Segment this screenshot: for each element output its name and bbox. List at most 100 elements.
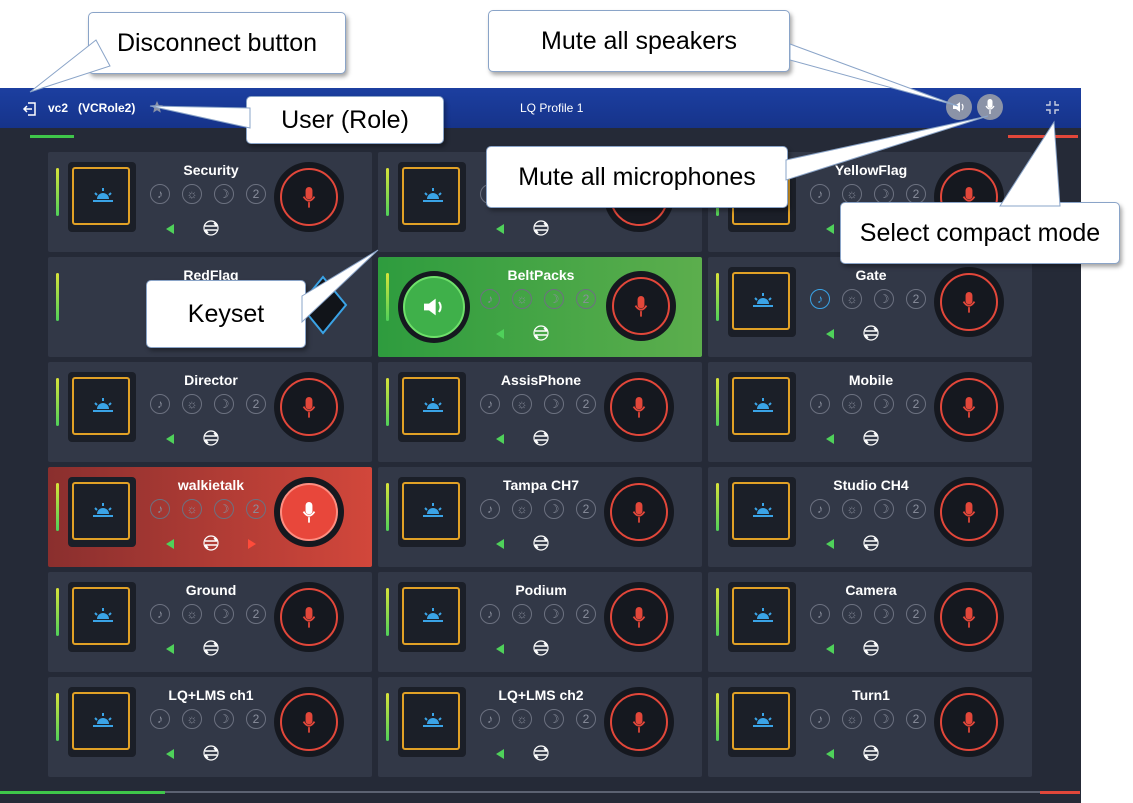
- keyset-name: AssisPhone: [500, 372, 582, 388]
- moon-icon: ☽: [214, 709, 234, 729]
- listen-panel[interactable]: [398, 372, 466, 442]
- moon-icon: ☽: [214, 184, 234, 204]
- mic-icon: [634, 296, 648, 317]
- listen-panel[interactable]: [728, 267, 796, 337]
- keyset-tile[interactable]: Gate ♪ ☼ ☽ 2: [708, 257, 1032, 357]
- talk-button[interactable]: [604, 477, 674, 547]
- listen-panel[interactable]: [68, 582, 136, 652]
- keyset-tile[interactable]: LQ+LMS ch2 ♪ ☼ ☽ 2: [378, 677, 702, 777]
- left-arrow-icon: [496, 539, 504, 549]
- keyset-tile[interactable]: Podium ♪ ☼ ☽ 2: [378, 572, 702, 672]
- talk-button[interactable]: [934, 372, 1004, 442]
- keyset-tile[interactable]: Security ♪ ☼ ☽ 2: [48, 152, 372, 252]
- keyset-tile[interactable]: Turn1 ♪ ☼ ☽ 2: [708, 677, 1032, 777]
- keyset-tile[interactable]: Ground ♪ ☼ ☽ 2: [48, 572, 372, 672]
- keyset-tile[interactable]: LQ+LMS ch1 ♪ ☼ ☽ 2: [48, 677, 372, 777]
- keyset-tile[interactable]: Studio CH4 ♪ ☼ ☽ 2: [708, 467, 1032, 567]
- talk-button[interactable]: [604, 372, 674, 442]
- listen-panel[interactable]: [398, 687, 466, 757]
- talk-button[interactable]: [604, 687, 674, 757]
- route-icon[interactable]: [862, 429, 880, 447]
- listen-panel[interactable]: [728, 372, 796, 442]
- keyset-icons: ♪ ☼ ☽ 2: [150, 394, 270, 416]
- listen-panel[interactable]: [398, 477, 466, 547]
- logout-icon[interactable]: [22, 101, 38, 117]
- mute-speakers-button[interactable]: [946, 94, 972, 120]
- listen-button[interactable]: [398, 271, 470, 343]
- mic-icon: [962, 712, 976, 733]
- mute-mics-button[interactable]: [977, 94, 1003, 120]
- route-icon[interactable]: [532, 324, 550, 342]
- route-icon[interactable]: [532, 429, 550, 447]
- star-icon[interactable]: [150, 100, 164, 114]
- route-icon[interactable]: [532, 219, 550, 237]
- route-icon[interactable]: [202, 219, 220, 237]
- keyset-icons: ♪ ☼ ☽ 2: [810, 289, 930, 311]
- keyset-icons: ♪ ☼ ☽ 2: [150, 709, 270, 731]
- callout-keyset: Keyset: [146, 280, 306, 348]
- moon-icon: ☽: [874, 184, 894, 204]
- listen-panel[interactable]: [398, 162, 466, 232]
- keyset-name: Podium: [515, 582, 567, 598]
- callout-compact: Select compact mode: [840, 202, 1120, 264]
- listen-panel[interactable]: [398, 582, 466, 652]
- talk-button[interactable]: [604, 582, 674, 652]
- left-arrow-icon: [496, 224, 504, 234]
- sunrise-icon: [753, 713, 773, 727]
- talk-button[interactable]: [274, 372, 344, 442]
- channel-icon: 2: [906, 289, 926, 309]
- talk-button[interactable]: [606, 271, 676, 341]
- talk-button[interactable]: [934, 582, 1004, 652]
- compress-icon[interactable]: [1045, 100, 1060, 115]
- channel-icon: 2: [906, 604, 926, 624]
- moon-icon: ☽: [544, 604, 564, 624]
- level-meter: [56, 168, 59, 216]
- talk-button[interactable]: [274, 162, 344, 232]
- level-meter: [56, 483, 59, 531]
- route-icon[interactable]: [862, 639, 880, 657]
- keyset-tile[interactable]: AssisPhone ♪ ☼ ☽ 2: [378, 362, 702, 462]
- route-icon[interactable]: [532, 534, 550, 552]
- sunrise-icon: [423, 713, 443, 727]
- listen-panel[interactable]: [68, 477, 136, 547]
- keyset-tile[interactable]: Camera ♪ ☼ ☽ 2: [708, 572, 1032, 672]
- keyset-icons: ♪ ☼ ☽ 2: [150, 604, 270, 626]
- callout-disconnect: Disconnect button: [88, 12, 346, 74]
- music-note-icon: ♪: [810, 394, 830, 414]
- route-icon[interactable]: [202, 639, 220, 657]
- channel-icon: 2: [576, 394, 596, 414]
- music-note-icon: ♪: [480, 394, 500, 414]
- listen-panel[interactable]: [728, 687, 796, 757]
- route-icon[interactable]: [202, 534, 220, 552]
- channel-icon: 2: [576, 709, 596, 729]
- talk-button[interactable]: [934, 267, 1004, 337]
- route-icon[interactable]: [862, 744, 880, 762]
- route-icon[interactable]: [532, 744, 550, 762]
- talk-button[interactable]: [274, 687, 344, 757]
- keyset-tile[interactable]: Director ♪ ☼ ☽ 2: [48, 362, 372, 462]
- route-icon[interactable]: [202, 744, 220, 762]
- listen-panel[interactable]: [68, 162, 136, 232]
- route-icon[interactable]: [202, 429, 220, 447]
- keyset-tile[interactable]: Mobile ♪ ☼ ☽ 2: [708, 362, 1032, 462]
- route-icon[interactable]: [862, 534, 880, 552]
- talk-button[interactable]: [274, 582, 344, 652]
- mic-icon: [962, 292, 976, 313]
- listen-panel[interactable]: [728, 582, 796, 652]
- talk-button[interactable]: [934, 477, 1004, 547]
- music-note-icon: ♪: [150, 709, 170, 729]
- route-icon[interactable]: [862, 324, 880, 342]
- keyset-tile[interactable]: walkietalk ♪ ☼ ☽ 2: [48, 467, 372, 567]
- keyset-tile[interactable]: BeltPacks ♪ ☼ ☽ 2: [378, 257, 702, 357]
- sunrise-icon: [753, 398, 773, 412]
- sunrise-icon: [93, 188, 113, 202]
- assign-icon: ☼: [842, 604, 862, 624]
- listen-panel[interactable]: [68, 687, 136, 757]
- listen-panel[interactable]: [68, 372, 136, 442]
- keyset-icons: ♪ ☼ ☽ 2: [810, 394, 930, 416]
- keyset-tile[interactable]: Tampa CH7 ♪ ☼ ☽ 2: [378, 467, 702, 567]
- route-icon[interactable]: [532, 639, 550, 657]
- talk-button[interactable]: [274, 477, 344, 547]
- talk-button[interactable]: [934, 687, 1004, 757]
- listen-panel[interactable]: [728, 477, 796, 547]
